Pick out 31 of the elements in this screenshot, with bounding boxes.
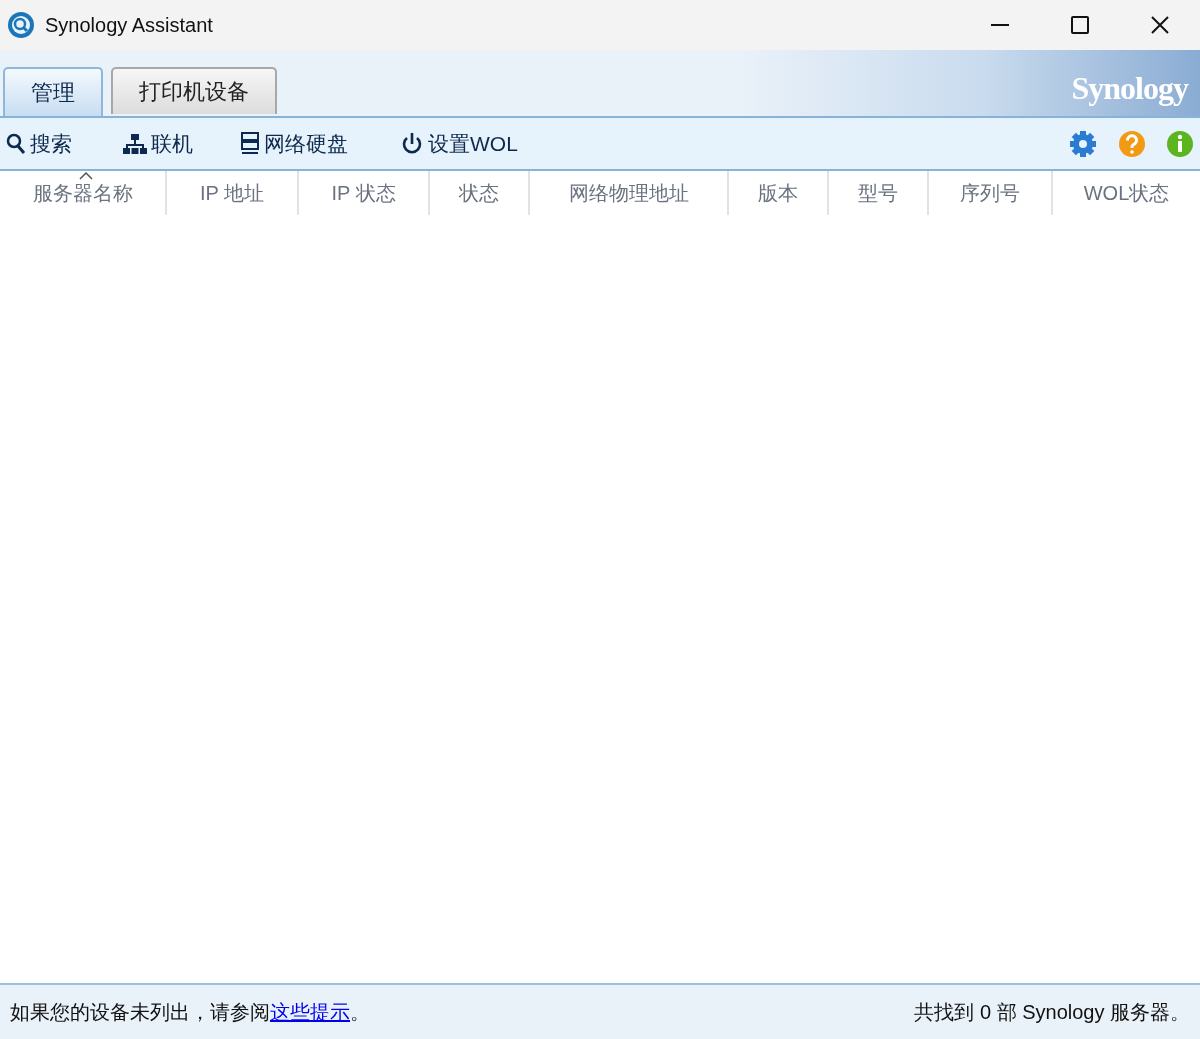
maximize-icon	[1071, 16, 1089, 34]
search-icon	[6, 132, 26, 155]
server-icon	[240, 131, 260, 156]
server-count-text: 共找到 0 部 Synology 服务器。	[914, 1000, 1190, 1025]
app-icon	[7, 11, 35, 39]
close-icon	[1151, 16, 1169, 34]
column-header[interactable]: IP 地址	[167, 171, 299, 215]
synology-logo: Synology	[1071, 69, 1188, 108]
tips-link[interactable]: 这些提示	[270, 1001, 350, 1023]
power-icon	[400, 131, 424, 156]
column-header[interactable]: 服务器名称	[0, 171, 167, 215]
column-header[interactable]: 状态	[430, 171, 530, 215]
minimize-icon	[991, 24, 1009, 26]
tab[interactable]: 管理	[3, 67, 103, 116]
settings-icon[interactable]	[1068, 128, 1098, 159]
column-header[interactable]: IP 状态	[299, 171, 430, 215]
toolbar-button[interactable]: 设置WOL	[394, 123, 544, 164]
column-header[interactable]: 网络物理地址	[530, 171, 729, 215]
window-title: Synology Assistant	[45, 13, 213, 38]
toolbar-button[interactable]: 联机	[117, 123, 234, 164]
column-header[interactable]: 版本	[729, 171, 829, 215]
help-icon[interactable]	[1118, 129, 1146, 158]
tab[interactable]: 打印机设备	[111, 67, 277, 114]
toolbar-button[interactable]: 网络硬盘	[234, 123, 394, 164]
network-icon	[123, 132, 147, 155]
column-header[interactable]: 序列号	[929, 171, 1053, 215]
column-header[interactable]: WOL状态	[1053, 171, 1200, 215]
info-icon[interactable]	[1166, 129, 1194, 158]
hint-text: 如果您的设备未列出，请参阅这些提示。	[10, 1000, 370, 1025]
column-header[interactable]: 型号	[829, 171, 929, 215]
toolbar-button[interactable]: 搜索	[0, 123, 117, 164]
